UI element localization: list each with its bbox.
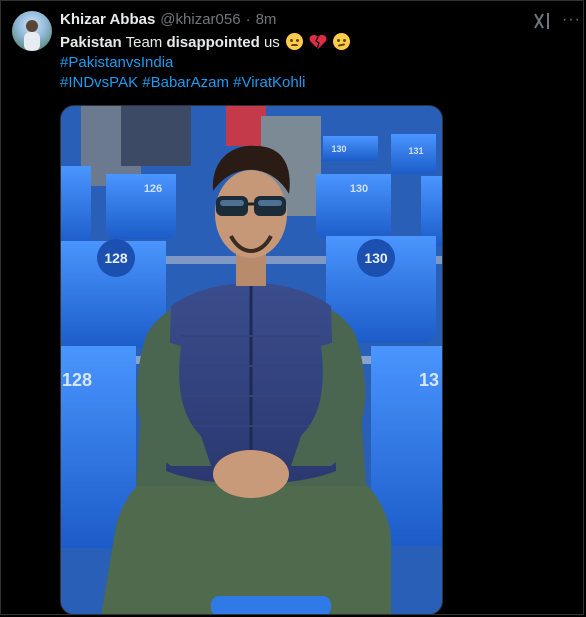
seat-number-3: 126: [144, 183, 162, 195]
hashtag-pakistanvsindia[interactable]: #PakistanvsIndia: [60, 54, 173, 71]
text-disappointed: disappointed: [166, 34, 260, 51]
avatar[interactable]: [12, 11, 52, 51]
hashtag-viratkohli[interactable]: #ViratKohli: [233, 74, 305, 91]
seat-number-5: 130: [331, 144, 346, 154]
seat-number-2: 130: [364, 250, 388, 266]
text-us: us: [259, 34, 284, 51]
broken-heart-emoji: [309, 35, 327, 50]
tweet-text-line-2: #PakistanvsIndia: [60, 53, 560, 73]
disappointed-face-emoji: [285, 33, 303, 50]
tweet-header: Khizar Abbas @khizar056 · 8m: [60, 11, 513, 28]
hashtag-indvspak[interactable]: #INDvsPAK: [60, 74, 138, 91]
seat-number-7: 128: [62, 370, 92, 390]
text-team: Team: [121, 34, 167, 51]
timestamp[interactable]: 8m: [256, 11, 277, 28]
tweet-text-line-1: Pakistan Team disappointed us: [60, 33, 560, 53]
seat-number-8: 13: [419, 370, 439, 390]
more-options-icon[interactable]: ···: [562, 11, 581, 29]
author-handle[interactable]: @khizar056: [160, 11, 240, 28]
seat-number-6: 131: [408, 146, 423, 156]
confused-face-emoji: [333, 33, 351, 50]
hashtag-babarazam[interactable]: #BabarAzam: [142, 74, 229, 91]
tweet-photo[interactable]: 128 130 126 130 130 131 128 13: [60, 105, 443, 615]
seat-number-4: 130: [350, 183, 368, 195]
seat-number-1: 128: [104, 250, 128, 266]
tweet-card[interactable]: Khizar Abbas @khizar056 · 8m ··· Pakista…: [0, 0, 584, 615]
text-pakistan: Pakistan: [60, 34, 122, 51]
author-name[interactable]: Khizar Abbas: [60, 11, 155, 28]
stadium-photo: 128 130 126 130 130 131 128 13: [61, 106, 442, 614]
grok-icon[interactable]: [532, 10, 554, 32]
separator-dot: ·: [245, 11, 251, 28]
avatar-image: [24, 20, 40, 51]
tweet-text-line-3: #INDvsPAK #BabarAzam #ViratKohli: [60, 73, 560, 93]
tweet-text: Pakistan Team disappointed us #Pakistanv…: [60, 33, 560, 93]
